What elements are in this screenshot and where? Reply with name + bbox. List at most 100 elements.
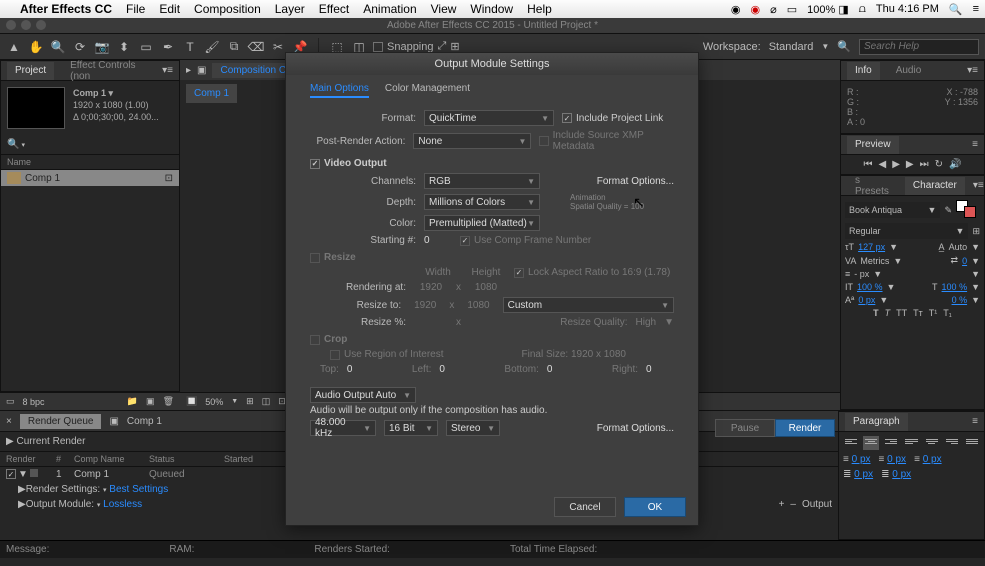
brush-tool-icon[interactable]: 🖌: [204, 39, 220, 55]
allcaps-icon[interactable]: TT: [896, 308, 907, 318]
disclosure-icon[interactable]: ▾: [103, 486, 107, 494]
col-name-header[interactable]: Name: [7, 157, 31, 167]
trash-icon[interactable]: 🗑: [163, 396, 174, 407]
clone-tool-icon[interactable]: ⧉: [226, 39, 242, 55]
first-frame-icon[interactable]: ⏮: [864, 159, 873, 170]
channels-dropdown[interactable]: RGB▼: [424, 173, 540, 189]
prev-frame-icon[interactable]: ◀: [879, 159, 887, 170]
selection-tool-icon[interactable]: ▲: [6, 39, 22, 55]
rotation-tool-icon[interactable]: ⟳: [72, 39, 88, 55]
output-module-link[interactable]: Lossless: [103, 499, 142, 510]
flowchart-icon[interactable]: ⊡: [165, 173, 173, 184]
wifi-icon[interactable]: ⩍: [859, 3, 866, 16]
subscript-icon[interactable]: T₁: [943, 308, 952, 318]
tab-main-options[interactable]: Main Options: [310, 83, 369, 98]
align-right-icon[interactable]: [883, 436, 899, 450]
tab-icon[interactable]: ▣: [109, 416, 118, 427]
disclosure-icon[interactable]: ▼: [18, 469, 28, 480]
shape-tool-icon[interactable]: ▭: [138, 39, 154, 55]
audio-output-dropdown[interactable]: Audio Output Auto▼: [310, 387, 416, 403]
zoom-level[interactable]: 50%: [205, 397, 223, 407]
disclosure-icon[interactable]: ▾: [97, 501, 101, 509]
chevron-down-icon[interactable]: ▼: [821, 42, 829, 51]
project-item-comp[interactable]: Comp 1 ⊡: [1, 170, 179, 186]
render-checkbox[interactable]: ✓: [6, 469, 16, 479]
view-menu[interactable]: View: [431, 2, 457, 16]
panel-menu-icon[interactable]: ≡: [972, 416, 978, 427]
comp-subtab[interactable]: Comp 1: [186, 84, 237, 103]
chevron-down-icon[interactable]: ▼: [231, 398, 238, 405]
menu-extra-icon[interactable]: ◉: [731, 3, 741, 16]
tab-paragraph[interactable]: Paragraph: [845, 413, 908, 431]
search-dropdown-icon[interactable]: ▾: [21, 141, 25, 149]
resize-height-input[interactable]: 1080: [462, 300, 494, 311]
superscript-icon[interactable]: T¹: [929, 308, 938, 318]
animation-menu[interactable]: Animation: [363, 2, 416, 16]
loop-icon[interactable]: ↻: [935, 159, 943, 170]
display-icon[interactable]: ▭: [787, 3, 797, 16]
align-center-icon[interactable]: [863, 436, 879, 450]
mute-icon[interactable]: 🔊: [949, 159, 961, 170]
include-project-link-checkbox[interactable]: ✓Include Project Link: [562, 113, 663, 124]
layer-menu[interactable]: Layer: [275, 2, 305, 16]
resize-quality-dropdown[interactable]: High: [636, 317, 657, 328]
last-frame-icon[interactable]: ⏭: [920, 159, 929, 170]
space-after-input[interactable]: 0 px: [892, 469, 911, 480]
tab-character[interactable]: Character: [905, 177, 965, 195]
edit-menu[interactable]: Edit: [159, 2, 180, 16]
panel-menu-icon[interactable]: ▾≡: [973, 180, 984, 191]
tab-render-queue[interactable]: Render Queue: [20, 414, 102, 429]
post-render-action-dropdown[interactable]: None▼: [413, 133, 531, 149]
audio-format-options-button[interactable]: Format Options...: [570, 423, 674, 434]
stroke-input[interactable]: - px: [854, 269, 869, 279]
format-options-button[interactable]: Format Options...: [570, 176, 674, 187]
battery-status[interactable]: 100% ◨: [807, 3, 849, 16]
include-xmp-checkbox[interactable]: Include Source XMP Metadata: [539, 130, 674, 152]
tab-info[interactable]: Info: [847, 62, 880, 80]
font-family-dropdown[interactable]: Book Antiqua▼: [845, 202, 940, 218]
col-comp-name[interactable]: Comp Name: [74, 454, 149, 464]
panel-menu-icon[interactable]: ≡: [972, 139, 978, 150]
disclosure-icon[interactable]: ▶: [18, 484, 26, 495]
disclosure-icon[interactable]: ▶: [6, 436, 14, 447]
color-dropdown[interactable]: Premultiplied (Matted)▼: [424, 215, 540, 231]
indent-right-input[interactable]: 0 px: [887, 454, 906, 465]
justify-all-icon[interactable]: [964, 436, 980, 450]
spotlight-icon[interactable]: 🔍: [949, 3, 963, 16]
tab-timeline-comp[interactable]: Comp 1: [127, 416, 162, 427]
crop-checkbox[interactable]: [310, 335, 320, 345]
search-icon[interactable]: 🔍: [7, 139, 19, 150]
col-started[interactable]: Started: [224, 454, 253, 464]
roto-tool-icon[interactable]: ✂: [270, 39, 286, 55]
file-menu[interactable]: File: [126, 2, 145, 16]
hand-tool-icon[interactable]: ✋: [28, 39, 44, 55]
label-color-icon[interactable]: [30, 469, 38, 477]
workspace-selector[interactable]: Standard: [769, 41, 814, 53]
cancel-button[interactable]: Cancel: [554, 497, 616, 517]
font-size-input[interactable]: 127 px: [858, 242, 885, 252]
clock[interactable]: Thu 4:16 PM: [876, 3, 939, 15]
tsume-input[interactable]: 0 %: [952, 295, 968, 305]
space-before-input[interactable]: 0 px: [854, 469, 873, 480]
notification-icon[interactable]: ≡: [973, 3, 979, 15]
indent-left-input[interactable]: 0 px: [852, 454, 871, 465]
search-help-input[interactable]: [859, 39, 979, 55]
tab-preview[interactable]: Preview: [847, 136, 899, 154]
disclosure-icon[interactable]: ▶: [18, 499, 26, 510]
pause-button[interactable]: Pause: [715, 419, 775, 437]
kerning-select[interactable]: Metrics: [860, 256, 889, 266]
bpc-toggle[interactable]: 8 bpc: [23, 397, 45, 407]
camera-tool-icon[interactable]: 📷: [94, 39, 110, 55]
crop-right-input[interactable]: 0: [646, 364, 674, 375]
comp-viewer-lock-icon[interactable]: ▸: [186, 65, 191, 76]
tab-audio[interactable]: Audio: [888, 62, 930, 80]
italic-icon[interactable]: T: [885, 308, 891, 318]
smallcaps-icon[interactable]: Tт: [913, 308, 923, 318]
depth-dropdown[interactable]: Millions of Colors▼: [424, 194, 540, 210]
zoom-window-icon[interactable]: [36, 20, 46, 30]
type-tool-icon[interactable]: T: [182, 39, 198, 55]
eyedropper-icon[interactable]: ✎: [944, 205, 952, 216]
vscale-input[interactable]: 100 %: [857, 282, 883, 292]
video-output-checkbox[interactable]: ✓: [310, 159, 320, 169]
col-num[interactable]: #: [56, 454, 74, 464]
